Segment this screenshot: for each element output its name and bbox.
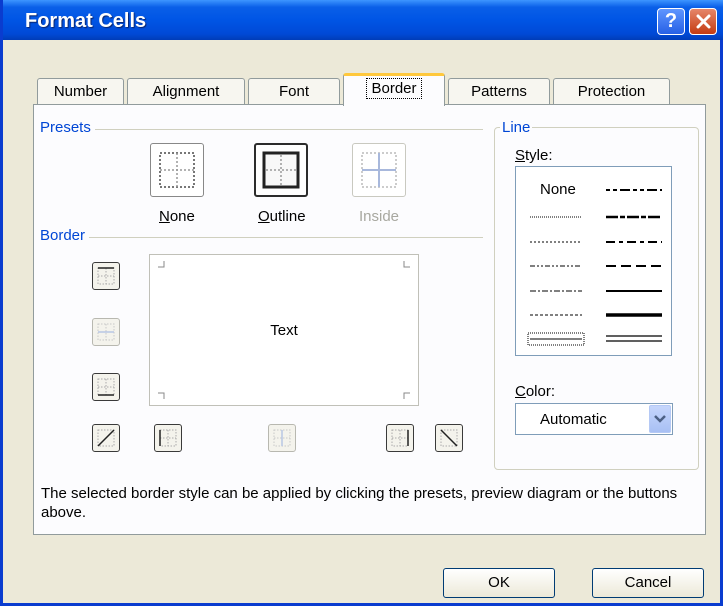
border-diagonal-down-button[interactable]	[435, 424, 463, 452]
tab-label: Border	[366, 78, 422, 99]
diagonal-up-icon	[97, 429, 115, 447]
preview-text: Text	[270, 322, 298, 339]
format-cells-dialog: Format Cells ? Number Alignment Font Bor…	[0, 0, 723, 606]
tab-label: Font	[278, 83, 309, 100]
preset-none-button[interactable]	[150, 143, 204, 197]
preset-outline-button[interactable]	[254, 143, 308, 197]
close-icon	[696, 14, 710, 29]
color-label: Color:	[515, 383, 556, 400]
tab-font[interactable]: Font	[248, 78, 340, 105]
presets-group-label: Presets	[40, 119, 95, 136]
tab-label: Patterns	[471, 83, 527, 100]
color-dropdown-button[interactable]	[649, 405, 671, 433]
tab-label: Number	[53, 83, 108, 100]
close-button[interactable]	[689, 8, 717, 35]
style-label: Style:	[515, 147, 553, 164]
border-top-icon	[97, 267, 115, 285]
border-inside-vertical-button[interactable]	[268, 424, 296, 452]
help-icon: ?	[664, 10, 678, 32]
border-inside-horizontal-icon	[97, 323, 115, 341]
color-select[interactable]: Automatic	[515, 403, 673, 435]
border-preview-area[interactable]: Text	[149, 254, 419, 406]
title-bar[interactable]: Format Cells ?	[3, 0, 723, 40]
preset-none-icon	[159, 152, 195, 188]
line-style-swatches	[527, 189, 662, 346]
tab-protection[interactable]: Protection	[553, 78, 670, 105]
line-group-label: Line	[500, 119, 533, 136]
description-text: The selected border style can be applied…	[41, 485, 678, 521]
cancel-button[interactable]: Cancel	[592, 568, 704, 598]
tab-alignment[interactable]: Alignment	[127, 78, 245, 105]
preset-inside-icon	[361, 152, 397, 188]
border-left-icon	[159, 429, 177, 447]
preset-outline-label: Outline	[258, 208, 306, 225]
tab-number[interactable]: Number	[37, 78, 124, 105]
border-divider	[43, 237, 483, 238]
tab-border[interactable]: Border	[343, 73, 445, 106]
border-group-label: Border	[40, 227, 90, 244]
window-title: Format Cells	[25, 10, 147, 32]
border-bottom-icon	[97, 378, 115, 396]
help-button[interactable]: ?	[657, 8, 685, 35]
line-style-list[interactable]: None	[515, 166, 672, 356]
tab-label: Protection	[577, 83, 646, 100]
preset-outline-icon	[262, 151, 300, 189]
border-left-button[interactable]	[154, 424, 182, 452]
border-inside-horizontal-button[interactable]	[92, 318, 120, 346]
border-bottom-button[interactable]	[92, 373, 120, 401]
border-inside-vertical-icon	[273, 429, 291, 447]
presets-divider	[43, 129, 483, 130]
preset-inside-label: Inside	[359, 208, 400, 225]
chevron-down-icon	[654, 415, 666, 423]
border-top-button[interactable]	[92, 262, 120, 290]
border-diagonal-up-button[interactable]	[92, 424, 120, 452]
border-right-button[interactable]	[386, 424, 414, 452]
tab-patterns[interactable]: Patterns	[448, 78, 550, 105]
preset-inside-button[interactable]	[352, 143, 406, 197]
tab-label: Alignment	[152, 83, 220, 100]
diagonal-down-icon	[440, 429, 458, 447]
border-right-icon	[391, 429, 409, 447]
ok-button[interactable]: OK	[443, 568, 555, 598]
color-value: Automatic	[540, 411, 607, 428]
preset-none-label: None	[159, 208, 195, 225]
